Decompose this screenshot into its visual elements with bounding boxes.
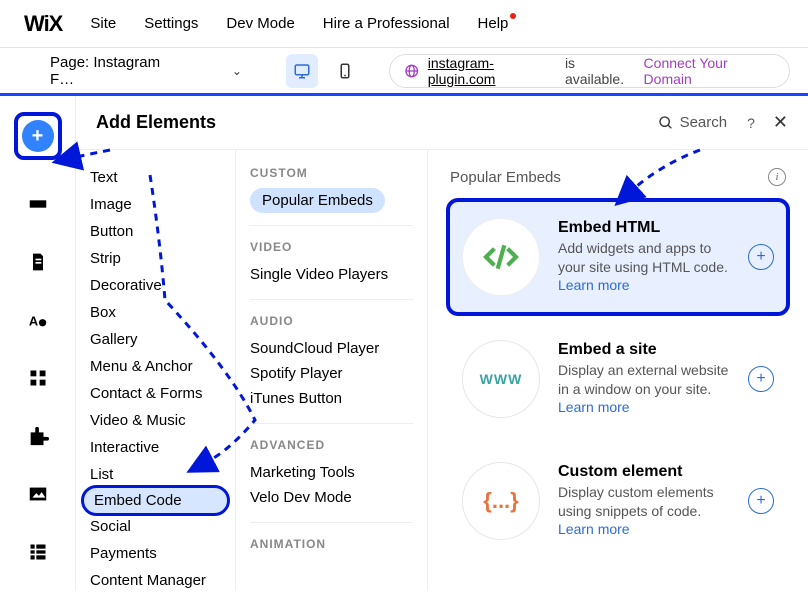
pages-icon[interactable] [24,248,52,276]
wix-logo: WiX [24,11,62,37]
page-label: Page: Instagram F… [50,54,182,88]
mobile-icon [336,62,354,80]
panel-close-button[interactable]: ✕ [773,112,788,133]
cat-interactive[interactable]: Interactive [76,434,235,461]
cat-content-manager[interactable]: Content Manager [76,567,235,590]
sections-icon[interactable] [24,190,52,218]
embed-cards-column: Popular Embeds i Embed HTML Add widgets … [428,150,808,590]
www-icon: WWW [462,340,540,418]
domain-available-text: is available. [565,55,636,87]
panel-header: Add Elements Search ? ✕ [76,96,808,150]
add-embed-custom-button[interactable]: + [748,488,774,514]
sub-head-animation: ANIMATION [250,537,413,551]
cat-payments[interactable]: Payments [76,540,235,567]
embed-site-desc: Display an external website in a window … [558,361,730,418]
divider [250,522,413,523]
cat-button[interactable]: Button [76,218,235,245]
addon-icon[interactable] [24,422,52,450]
sub-popular-embeds[interactable]: Popular Embeds [250,188,385,213]
subcategory-list: CUSTOM Popular Embeds VIDEO Single Video… [236,150,428,590]
code-icon [462,218,540,296]
domain-available-pill: instagram-plugin.com is available. Conne… [389,54,790,88]
sub-soundcloud[interactable]: SoundCloud Player [250,336,413,361]
chevron-down-icon: ⌄ [232,64,242,78]
sub-marketing[interactable]: Marketing Tools [250,460,413,485]
embed-card-site[interactable]: WWW Embed a site Display an external web… [450,324,786,434]
theme-icon[interactable]: A [24,306,52,334]
sub-head-advanced: ADVANCED [250,438,413,452]
add-elements-button[interactable]: + [22,120,54,152]
cat-menu-anchor[interactable]: Menu & Anchor [76,353,235,380]
cat-decorative[interactable]: Decorative [76,272,235,299]
cat-image[interactable]: Image [76,191,235,218]
cat-list[interactable]: List [76,461,235,488]
media-icon[interactable] [24,480,52,508]
add-elements-highlight: + [14,112,62,160]
panel-body: Text Image Button Strip Decorative Box G… [76,150,808,590]
page-selector[interactable]: Page: Instagram F… ⌄ [40,48,252,94]
search-input[interactable]: Search [658,114,728,131]
sub-head-video: VIDEO [250,240,413,254]
menu-hire[interactable]: Hire a Professional [323,15,450,32]
braces-icon: {...} [462,462,540,540]
desktop-view-button[interactable] [286,54,319,88]
embed-card-custom[interactable]: {...} Custom element Display custom elem… [450,446,786,556]
sub-velo[interactable]: Velo Dev Mode [250,485,413,510]
embed-heading-row: Popular Embeds i [450,168,786,186]
top-menu-bar: WiX Site Settings Dev Mode Hire a Profes… [0,0,808,48]
data-icon[interactable] [24,538,52,566]
main-menu: Site Settings Dev Mode Hire a Profession… [90,15,508,32]
info-icon[interactable]: i [768,168,786,186]
cat-embed-code[interactable]: Embed Code [84,488,227,513]
embed-card-html[interactable]: Embed HTML Add widgets and apps to your … [450,202,786,312]
globe-icon [404,63,419,79]
apps-icon[interactable] [24,364,52,392]
connect-domain-link[interactable]: Connect Your Domain [644,55,775,87]
cat-gallery[interactable]: Gallery [76,326,235,353]
desktop-icon [293,62,311,80]
plus-icon: + [32,125,44,148]
embed-custom-desc: Display custom elements using snippets o… [558,483,730,540]
page-bar: Page: Instagram F… ⌄ instagram-plugin.co… [0,48,808,96]
domain-name[interactable]: instagram-plugin.com [428,55,557,87]
embed-html-learn-more[interactable]: Learn more [558,277,630,293]
workspace: + A Add Elements Search ? ✕ Text Image B [0,96,808,590]
divider [250,423,413,424]
embed-html-title: Embed HTML [558,219,730,237]
cat-strip[interactable]: Strip [76,245,235,272]
svg-text:A: A [28,314,37,329]
cat-contact-forms[interactable]: Contact & Forms [76,380,235,407]
category-list: Text Image Button Strip Decorative Box G… [76,150,236,590]
sub-itunes[interactable]: iTunes Button [250,386,413,411]
menu-settings[interactable]: Settings [144,15,198,32]
cat-social[interactable]: Social [76,513,235,540]
add-embed-html-button[interactable]: + [748,244,774,270]
embed-site-learn-more[interactable]: Learn more [558,399,630,415]
tool-sidebar: + A [0,96,76,590]
embed-html-desc: Add widgets and apps to your site using … [558,239,730,296]
menu-site[interactable]: Site [90,15,116,32]
embed-custom-learn-more[interactable]: Learn more [558,521,630,537]
search-icon [658,115,674,131]
embed-custom-title: Custom element [558,463,730,481]
divider [250,225,413,226]
search-placeholder: Search [680,114,728,131]
cat-text[interactable]: Text [76,164,235,191]
divider [250,299,413,300]
menu-help[interactable]: Help [478,15,509,32]
mobile-view-button[interactable] [328,54,361,88]
cat-video-music[interactable]: Video & Music [76,407,235,434]
sub-spotify[interactable]: Spotify Player [250,361,413,386]
panel-title: Add Elements [96,112,658,133]
sub-head-audio: AUDIO [250,314,413,328]
cat-box[interactable]: Box [76,299,235,326]
embed-heading: Popular Embeds [450,169,768,186]
sub-head-custom: CUSTOM [250,166,413,180]
add-embed-site-button[interactable]: + [748,366,774,392]
add-elements-panel: Add Elements Search ? ✕ Text Image Butto… [76,96,808,590]
panel-help-button[interactable]: ? [747,115,755,131]
embed-site-title: Embed a site [558,341,730,359]
menu-dev-mode[interactable]: Dev Mode [226,15,294,32]
sub-single-video[interactable]: Single Video Players [250,262,413,287]
